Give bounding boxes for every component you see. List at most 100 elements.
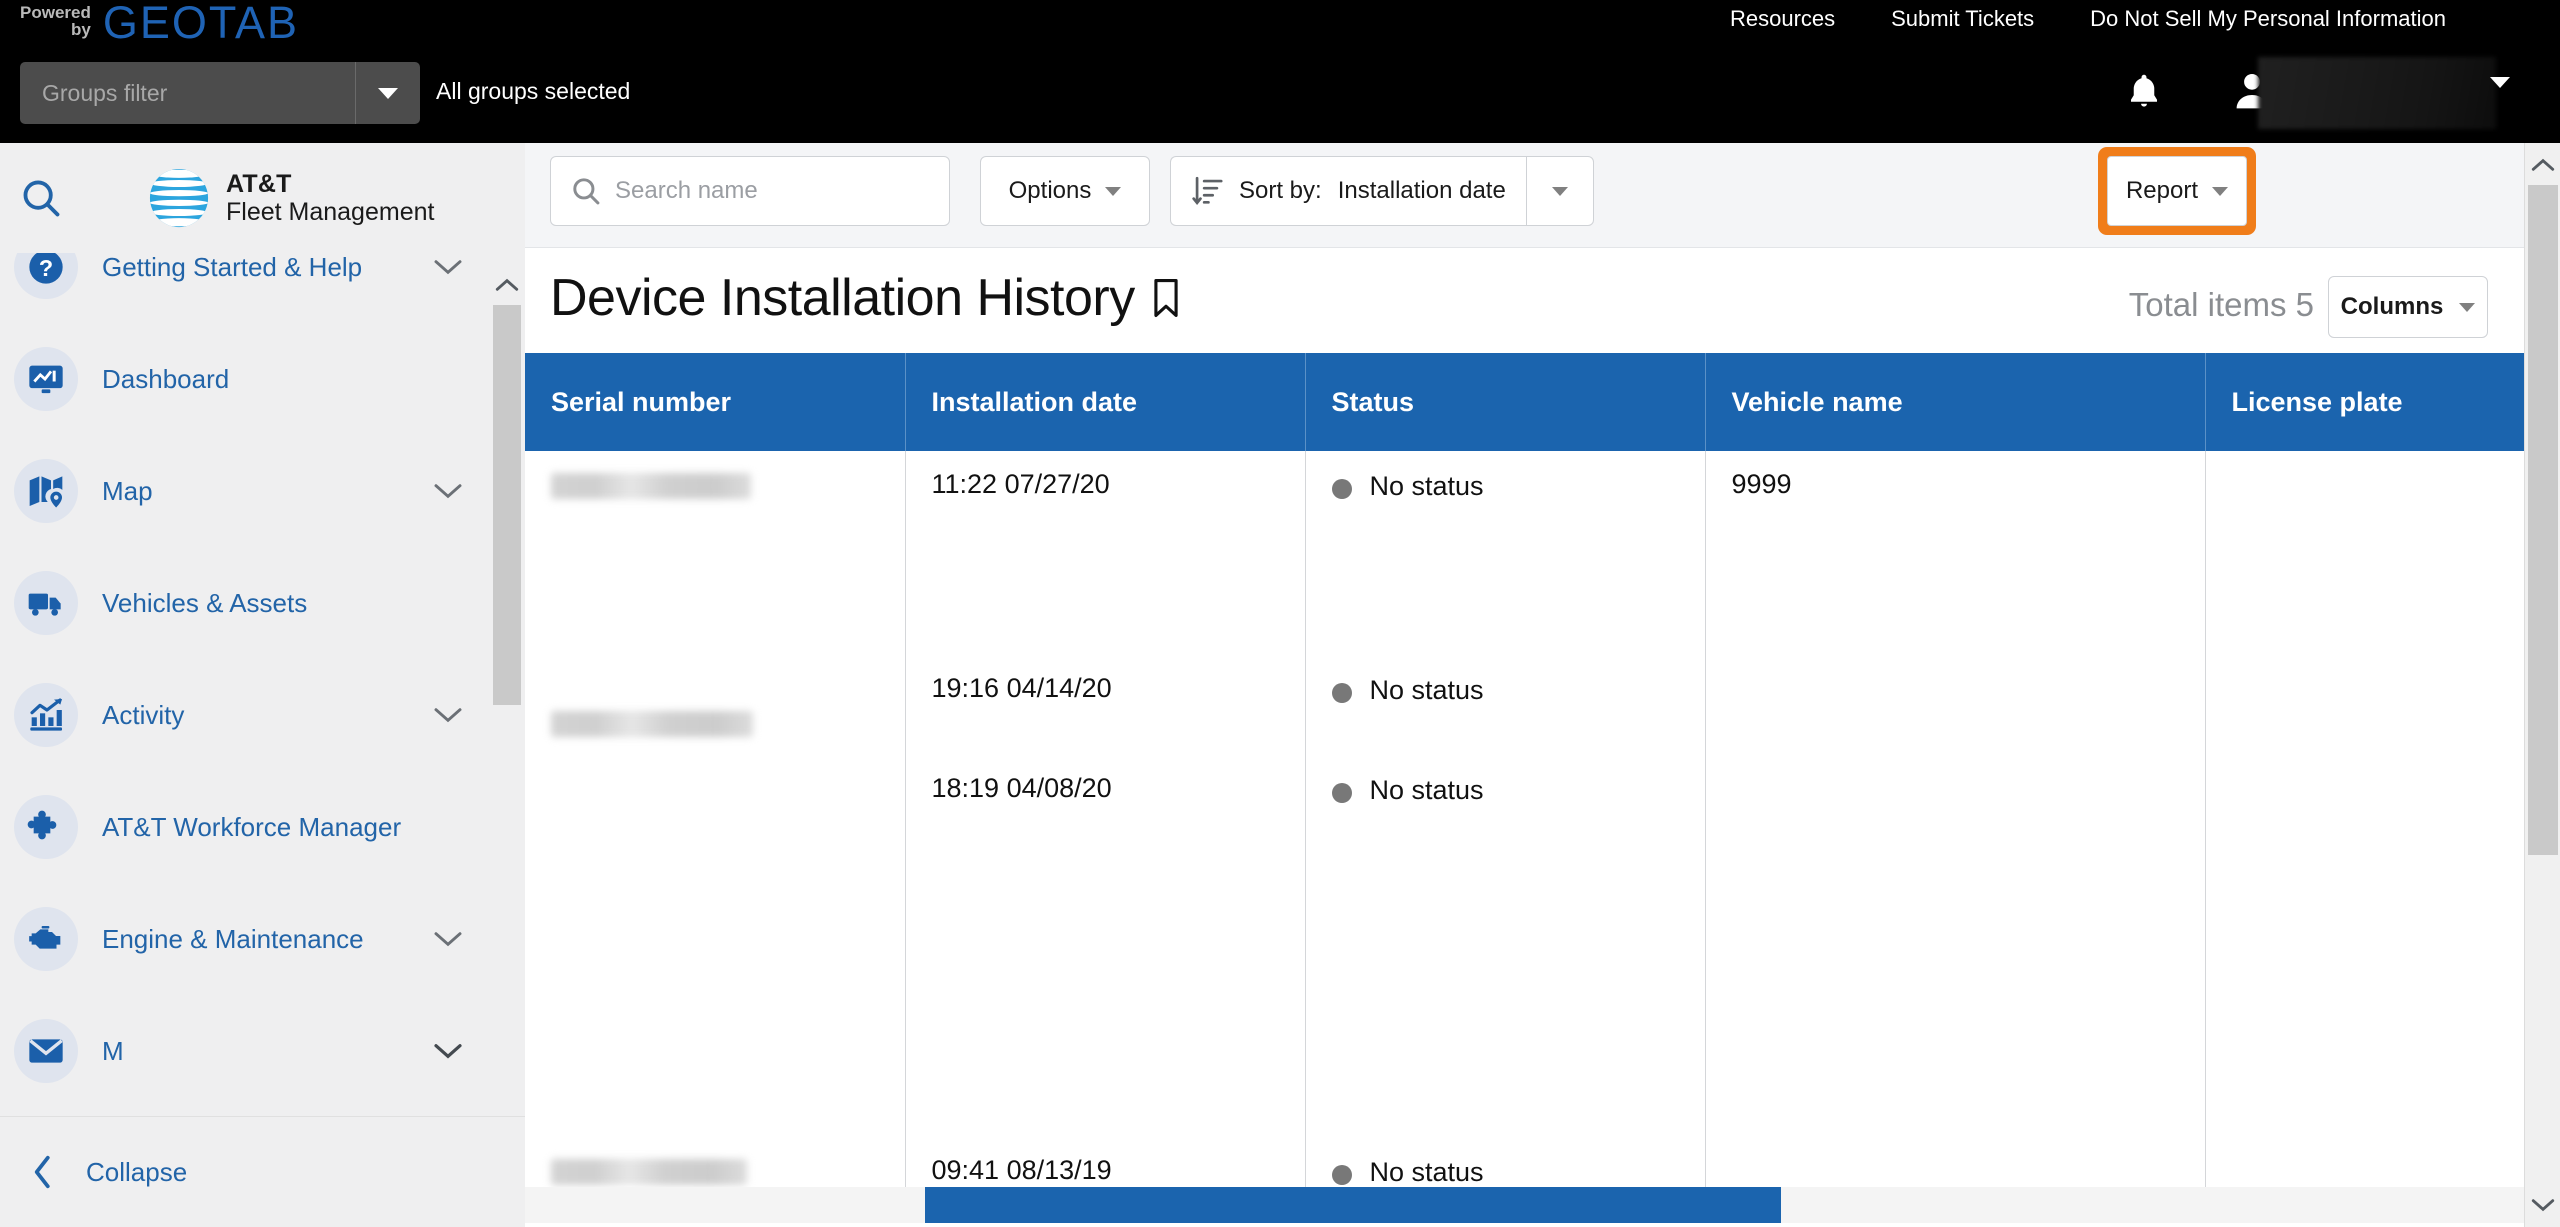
options-button[interactable]: Options [980,156,1150,226]
status-value: No status [1369,775,1484,805]
chevron-down-icon [378,87,398,99]
scroll-up-chevron-up-icon[interactable] [2525,148,2560,182]
cell-license-plate [2205,651,2524,761]
powered-by-line1: Powered [20,3,91,22]
cell-installation-date: 19:16 04/14/20 [905,651,1306,761]
column-header-vehicle-name[interactable]: Vehicle name [1705,353,2206,451]
cell-vehicle-name [1705,761,2206,1041]
application-window: Powered by GEOTAB Resources Submit Ticke… [0,0,2560,1227]
sort-by-value: Installation date [1337,177,1506,204]
groups-filter[interactable]: Groups filter [20,62,420,124]
cell-installation-date: 11:22 07/27/20 [905,451,1306,651]
page-title-row: Device Installation History Total items … [525,248,2524,353]
sidebar-header: AT&T Fleet Management [0,143,525,253]
cell-status: No status [1305,651,1706,761]
horizontal-scrollbar-thumb[interactable] [925,1187,1781,1223]
logo-line-2: Fleet Management [226,198,435,226]
columns-button[interactable]: Columns [2328,276,2488,338]
sidebar-item-messages[interactable]: M [0,995,500,1107]
cell-serial-number [525,451,906,651]
main-content: Search name Options Sort by: Installatio… [525,143,2524,1227]
sidebar: AT&T Fleet Management ? Getting Started … [0,143,525,1227]
sort-by-dropdown-button[interactable] [1525,156,1594,226]
sidebar-item-getting-started-help[interactable]: ? Getting Started & Help [0,253,500,323]
bookmark-icon[interactable] [1149,276,1183,320]
sidebar-item-engine-maintenance[interactable]: Engine & Maintenance [0,883,500,995]
chevron-down-icon[interactable] [432,481,464,501]
sort-by-button[interactable]: Sort by: Installation date [1170,156,1526,226]
scroll-down-chevron-down-icon[interactable] [2525,1188,2560,1222]
status-dot-icon [1331,783,1352,803]
page-title-text: Device Installation History [550,269,1135,327]
chevron-down-icon[interactable] [432,929,464,949]
cell-license-plate [2205,761,2524,1041]
sidebar-nav-list: ? Getting Started & Help Dashboard Map V… [0,253,500,1107]
table-row[interactable]: 11:22 07/27/20 No status 9999 [525,451,2524,651]
envelope-icon [14,1019,78,1083]
column-header-license-plate[interactable]: License plate [2205,353,2524,451]
nav-link-submit-tickets[interactable]: Submit Tickets [1863,6,2062,32]
cell-installation-date: 18:19 04/08/20 [905,761,1306,1041]
column-header-installation-date[interactable]: Installation date [905,353,1306,451]
sidebar-item-vehicles-assets[interactable]: Vehicles & Assets [0,547,500,659]
table-row[interactable]: 18:19 04/08/20 No status [525,761,2524,1041]
column-header-status[interactable]: Status [1305,353,1706,451]
search-input[interactable]: Search name [550,156,950,226]
chevron-down-icon [1105,186,1122,196]
groups-filter-placeholder: Groups filter [42,79,168,106]
status-value: No status [1369,471,1484,501]
serial-number-redacted [551,711,753,737]
sidebar-collapse-button[interactable]: Collapse [0,1117,525,1227]
status-dot-icon [1331,1165,1352,1185]
powered-by-line2: by [71,20,91,39]
sidebar-item-map[interactable]: Map [0,435,500,547]
geotab-wordmark: GEOTAB [102,0,300,48]
chevron-down-icon[interactable] [432,705,464,725]
total-items-count: Total items 5 [2128,286,2314,323]
bar-chart-arrow-icon [14,683,78,747]
sort-by-label: Sort by: [1239,177,1322,204]
att-globe-icon [149,168,209,228]
content-toolbar: Search name Options Sort by: Installatio… [525,143,2524,248]
chevron-down-icon[interactable] [432,1041,464,1061]
sidebar-item-dashboard[interactable]: Dashboard [0,323,500,435]
cell-vehicle-name: 9999 [1705,451,2206,651]
svg-text:?: ? [39,255,53,281]
nav-link-do-not-sell[interactable]: Do Not Sell My Personal Information [2062,6,2474,32]
sidebar-item-att-workforce-manager[interactable]: AT&T Workforce Manager [0,771,500,883]
vertical-scrollbar-thumb[interactable] [2528,185,2558,855]
nav-link-resources[interactable]: Resources [1702,6,1863,32]
global-header: Powered by GEOTAB Resources Submit Ticke… [0,0,2524,143]
scroll-up-chevron-up-icon[interactable] [489,267,525,303]
question-mark-icon: ? [14,253,78,299]
vertical-scrollbar[interactable] [2524,143,2560,1227]
logo-line-1: AT&T [226,170,292,198]
cell-serial-number [525,761,906,1041]
cell-status: No status [1305,761,1706,1041]
sidebar-item-label: Getting Started & Help [102,253,363,282]
sidebar-item-activity[interactable]: Activity [0,659,500,771]
chevron-down-icon[interactable] [432,257,464,277]
sidebar-scrollbar-thumb[interactable] [493,305,521,705]
sidebar-scrollbar[interactable] [489,253,525,1173]
table-header-row: Serial number Installation date Status V… [525,353,2524,451]
groups-selected-status: All groups selected [436,78,631,104]
serial-number-redacted [551,473,751,499]
header-nav: Resources Submit Tickets Do Not Sell My … [1702,0,2474,38]
sidebar-search-button[interactable] [18,175,64,221]
sidebar-item-label: Map [102,475,153,506]
column-header-serial-number[interactable]: Serial number [525,353,906,451]
notifications-bell-icon[interactable] [2122,70,2166,114]
vehicle-name-value: 9999 [1731,469,1792,499]
status-value: No status [1369,675,1484,705]
report-button[interactable]: Report [2107,156,2247,226]
cell-status: No status [1305,451,1706,651]
account-name-redacted[interactable] [2258,57,2496,129]
sidebar-item-label: Vehicles & Assets [102,587,308,618]
status-value: No status [1369,1157,1484,1187]
groups-filter-dropdown-button[interactable] [356,87,420,99]
account-menu-chevron-down-icon[interactable] [2490,77,2510,106]
table-row[interactable]: 19:16 04/14/20 No status [525,651,2524,761]
sort-descending-icon [1191,174,1223,208]
sidebar-item-label: Dashboard [102,363,230,394]
